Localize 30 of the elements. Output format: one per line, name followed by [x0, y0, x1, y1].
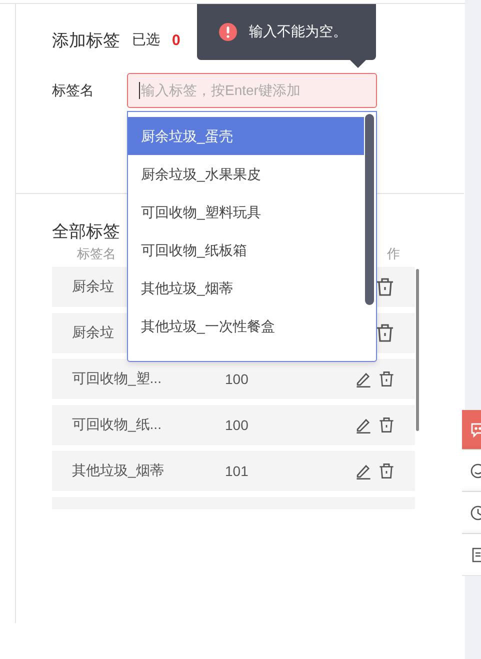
section-title: 添加标签	[52, 30, 120, 52]
suggestion-item[interactable]: 厨余垃圾_水果果皮	[128, 155, 364, 193]
trash-icon[interactable]	[378, 369, 395, 389]
suggestion-item[interactable]: 可回收物_纸板箱	[128, 231, 364, 269]
tag-count: 100	[225, 417, 250, 433]
tag-count: 100	[225, 371, 250, 387]
selected-count: 0	[172, 32, 180, 48]
trash-icon[interactable]	[375, 277, 395, 297]
suggestion-item[interactable]: 可回收物_塑料玩具	[128, 193, 364, 231]
trash-icon[interactable]	[375, 323, 395, 343]
scrollbar-thumb[interactable]	[365, 114, 374, 305]
tag-name: 厨余垃	[72, 324, 114, 342]
suggestion-item[interactable]: 厨余垃圾_蛋壳	[128, 117, 364, 155]
field-label: 标签名	[52, 82, 95, 100]
table-scrollbar[interactable]	[416, 269, 419, 431]
tag-name: 可回收物_塑...	[72, 370, 162, 388]
toast-text: 输入不能为空。	[249, 23, 347, 41]
trash-icon[interactable]	[378, 415, 395, 435]
column-header: 标签名	[77, 246, 116, 262]
tag-name: 可回收物_纸...	[72, 416, 162, 434]
tag-name: 厨余垃	[72, 278, 114, 296]
tag-count: 101	[225, 463, 250, 479]
suggestion-item[interactable]: 其他垃圾_烟蒂	[128, 269, 364, 307]
column-header: 作	[387, 246, 400, 262]
error-icon	[219, 23, 237, 41]
section-title: 全部标签	[52, 220, 120, 242]
tag-name: 其他垃圾_烟蒂	[72, 462, 164, 480]
suggestion-item[interactable]: 其他垃圾_一次性餐盒	[128, 307, 364, 345]
selected-label: 已选	[132, 31, 160, 49]
trash-icon[interactable]	[378, 461, 395, 481]
